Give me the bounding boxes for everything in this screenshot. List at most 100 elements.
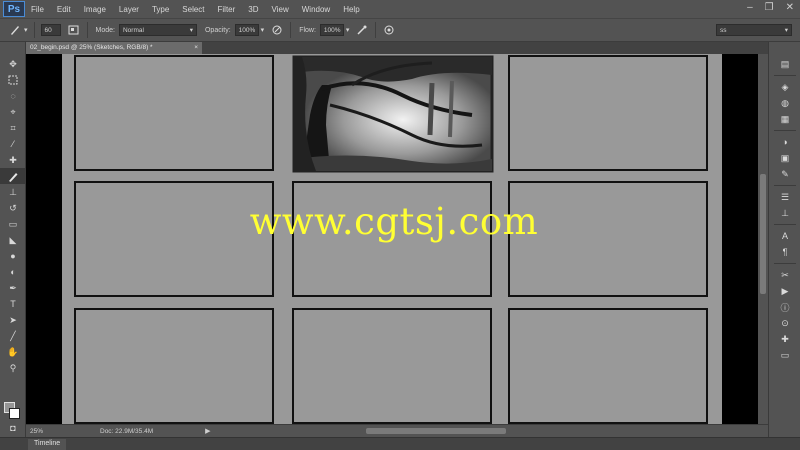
history-brush-tool-icon[interactable]: ↺: [0, 200, 26, 216]
close-window-button[interactable]: ✕: [786, 2, 794, 13]
clone-stamp-tool-icon[interactable]: ⊥: [0, 184, 26, 200]
flow-input[interactable]: 100%: [319, 24, 344, 36]
paint-bucket-tool-icon[interactable]: ◣: [0, 232, 26, 248]
menu-layer[interactable]: Layer: [119, 5, 139, 14]
eraser-tool-icon[interactable]: ▭: [0, 216, 26, 232]
chevron-down-icon[interactable]: ▾: [24, 26, 28, 34]
workspace-value: ss: [720, 26, 727, 34]
chevron-down-icon[interactable]: ▾: [346, 26, 350, 34]
storyboard-frame: [74, 308, 274, 424]
brush-preset-icon[interactable]: [8, 23, 22, 37]
paragraph-panel-icon[interactable]: ¶: [769, 244, 800, 260]
actions-panel-icon[interactable]: ▶: [769, 283, 800, 299]
airbrush-icon[interactable]: [355, 23, 369, 37]
mode-value: Normal: [122, 26, 144, 34]
channels-panel-icon[interactable]: ◍: [769, 95, 800, 111]
dodge-tool-icon[interactable]: ◐: [0, 264, 26, 280]
notes-panel-icon[interactable]: ✚: [769, 331, 800, 347]
menu-filter[interactable]: Filter: [218, 5, 236, 14]
separator: [773, 185, 796, 186]
menu-view[interactable]: View: [272, 5, 289, 14]
close-tab-icon[interactable]: ×: [194, 44, 198, 52]
navigator-panel-icon[interactable]: ⊙: [769, 315, 800, 331]
tools-panel-header: [0, 42, 25, 56]
styles-panel-icon[interactable]: ▣: [769, 150, 800, 166]
blur-tool-icon[interactable]: ●: [0, 248, 26, 264]
forest-sketch-image: [292, 55, 494, 173]
opacity-value: 100%: [238, 26, 256, 34]
swatches-panel-icon[interactable]: ▦: [769, 111, 800, 127]
horizontal-scroll-thumb[interactable]: [366, 428, 506, 434]
chevron-down-icon[interactable]: ▾: [261, 26, 265, 34]
menu-type[interactable]: Type: [152, 5, 169, 14]
minimize-button[interactable]: –: [747, 2, 753, 13]
zoom-tool-icon[interactable]: ⚲: [0, 360, 26, 376]
document-info[interactable]: Doc: 22.9M/35.4M: [100, 428, 153, 435]
menu-file[interactable]: File: [31, 5, 44, 14]
opacity-label: Opacity:: [204, 26, 231, 34]
chevron-down-icon: ▾: [189, 27, 193, 34]
eyedropper-tool-icon[interactable]: ⁄: [0, 136, 26, 152]
brush-panel-icon[interactable]: [67, 23, 81, 37]
layers-panel-icon[interactable]: ◈: [769, 79, 800, 95]
vertical-scrollbar[interactable]: [758, 54, 768, 424]
document-tab-strip: 02_begin.psd @ 25% (Sketches, RGB/8) * ×: [26, 42, 768, 54]
pressure-opacity-icon[interactable]: [270, 23, 284, 37]
pressure-size-icon[interactable]: [382, 23, 396, 37]
options-bar: ▾ 60 Mode: Normal ▾ Opacity: 100% ▾ Flow…: [0, 18, 800, 42]
timeline-panel-icon[interactable]: ▭: [769, 347, 800, 363]
quick-select-tool-icon[interactable]: ⌖: [0, 104, 26, 120]
storyboard-frame: [292, 308, 492, 424]
menu-image[interactable]: Image: [84, 5, 106, 14]
type-tool-icon[interactable]: T: [0, 296, 26, 312]
restore-button[interactable]: ❐: [765, 2, 774, 13]
mode-label: Mode:: [95, 26, 115, 34]
crop-tool-icon[interactable]: ⌗: [0, 120, 26, 136]
quick-mask-icon[interactable]: ◘: [0, 420, 26, 436]
character-panel-icon[interactable]: A: [769, 228, 800, 244]
hand-tool-icon[interactable]: ✋: [0, 344, 26, 360]
photoshop-logo: Ps: [3, 1, 25, 17]
panel-dock-header: [769, 42, 800, 56]
storyboard-frame-sketch: [292, 55, 494, 173]
timeline-tab[interactable]: Timeline: [28, 439, 67, 450]
adjustments-panel-icon[interactable]: ◑: [769, 134, 800, 150]
clone-source-panel-icon[interactable]: ⊥: [769, 205, 800, 221]
menu-select[interactable]: Select: [182, 5, 204, 14]
separator: [290, 22, 292, 38]
info-panel-icon[interactable]: ⓘ: [769, 299, 800, 315]
history-panel-icon[interactable]: ▤: [769, 56, 800, 72]
workspace-dropdown[interactable]: ss ▾: [716, 24, 792, 36]
menu-help[interactable]: Help: [343, 5, 359, 14]
flow-label: Flow:: [299, 26, 316, 34]
storyboard-frame: [508, 308, 708, 424]
chevron-down-icon: ▾: [784, 27, 788, 34]
healing-brush-tool-icon[interactable]: ✚: [0, 152, 26, 168]
mode-dropdown[interactable]: Normal ▾: [118, 24, 197, 36]
brush-tool-icon[interactable]: [0, 168, 26, 184]
background-color-swatch[interactable]: [9, 408, 20, 419]
pen-tool-icon[interactable]: ✒: [0, 280, 26, 296]
document-tab[interactable]: 02_begin.psd @ 25% (Sketches, RGB/8) * ×: [26, 42, 202, 54]
watermark-text: www.cgtsj.com: [249, 200, 539, 243]
tools-panel: ✥ ◌ ⌖ ⌗ ⁄ ✚ ⊥ ↺ ▭ ◣ ● ◐ ✒ T ➤ ╱ ✋ ⚲ ◘: [0, 42, 26, 437]
move-tool-icon[interactable]: ✥: [0, 56, 26, 72]
menu-window[interactable]: Window: [302, 5, 330, 14]
tool-presets-panel-icon[interactable]: ✂: [769, 267, 800, 283]
zoom-level[interactable]: 25%: [30, 428, 56, 435]
opacity-input[interactable]: 100%: [234, 24, 259, 36]
brush-size-picker[interactable]: 60: [40, 24, 61, 36]
line-tool-icon[interactable]: ╱: [0, 328, 26, 344]
status-menu-arrow-icon[interactable]: ▶: [205, 427, 210, 435]
menu-edit[interactable]: Edit: [57, 5, 71, 14]
properties-panel-icon[interactable]: ☰: [769, 189, 800, 205]
brush-presets-panel-icon[interactable]: ✎: [769, 166, 800, 182]
lasso-tool-icon[interactable]: ◌: [0, 88, 26, 104]
path-select-tool-icon[interactable]: ➤: [0, 312, 26, 328]
flow-value: 100%: [323, 26, 341, 34]
vertical-scroll-thumb[interactable]: [760, 174, 766, 294]
menu-3d[interactable]: 3D: [248, 5, 258, 14]
separator: [33, 22, 35, 38]
marquee-tool-icon[interactable]: [0, 72, 26, 88]
storyboard-frame: [74, 55, 274, 171]
